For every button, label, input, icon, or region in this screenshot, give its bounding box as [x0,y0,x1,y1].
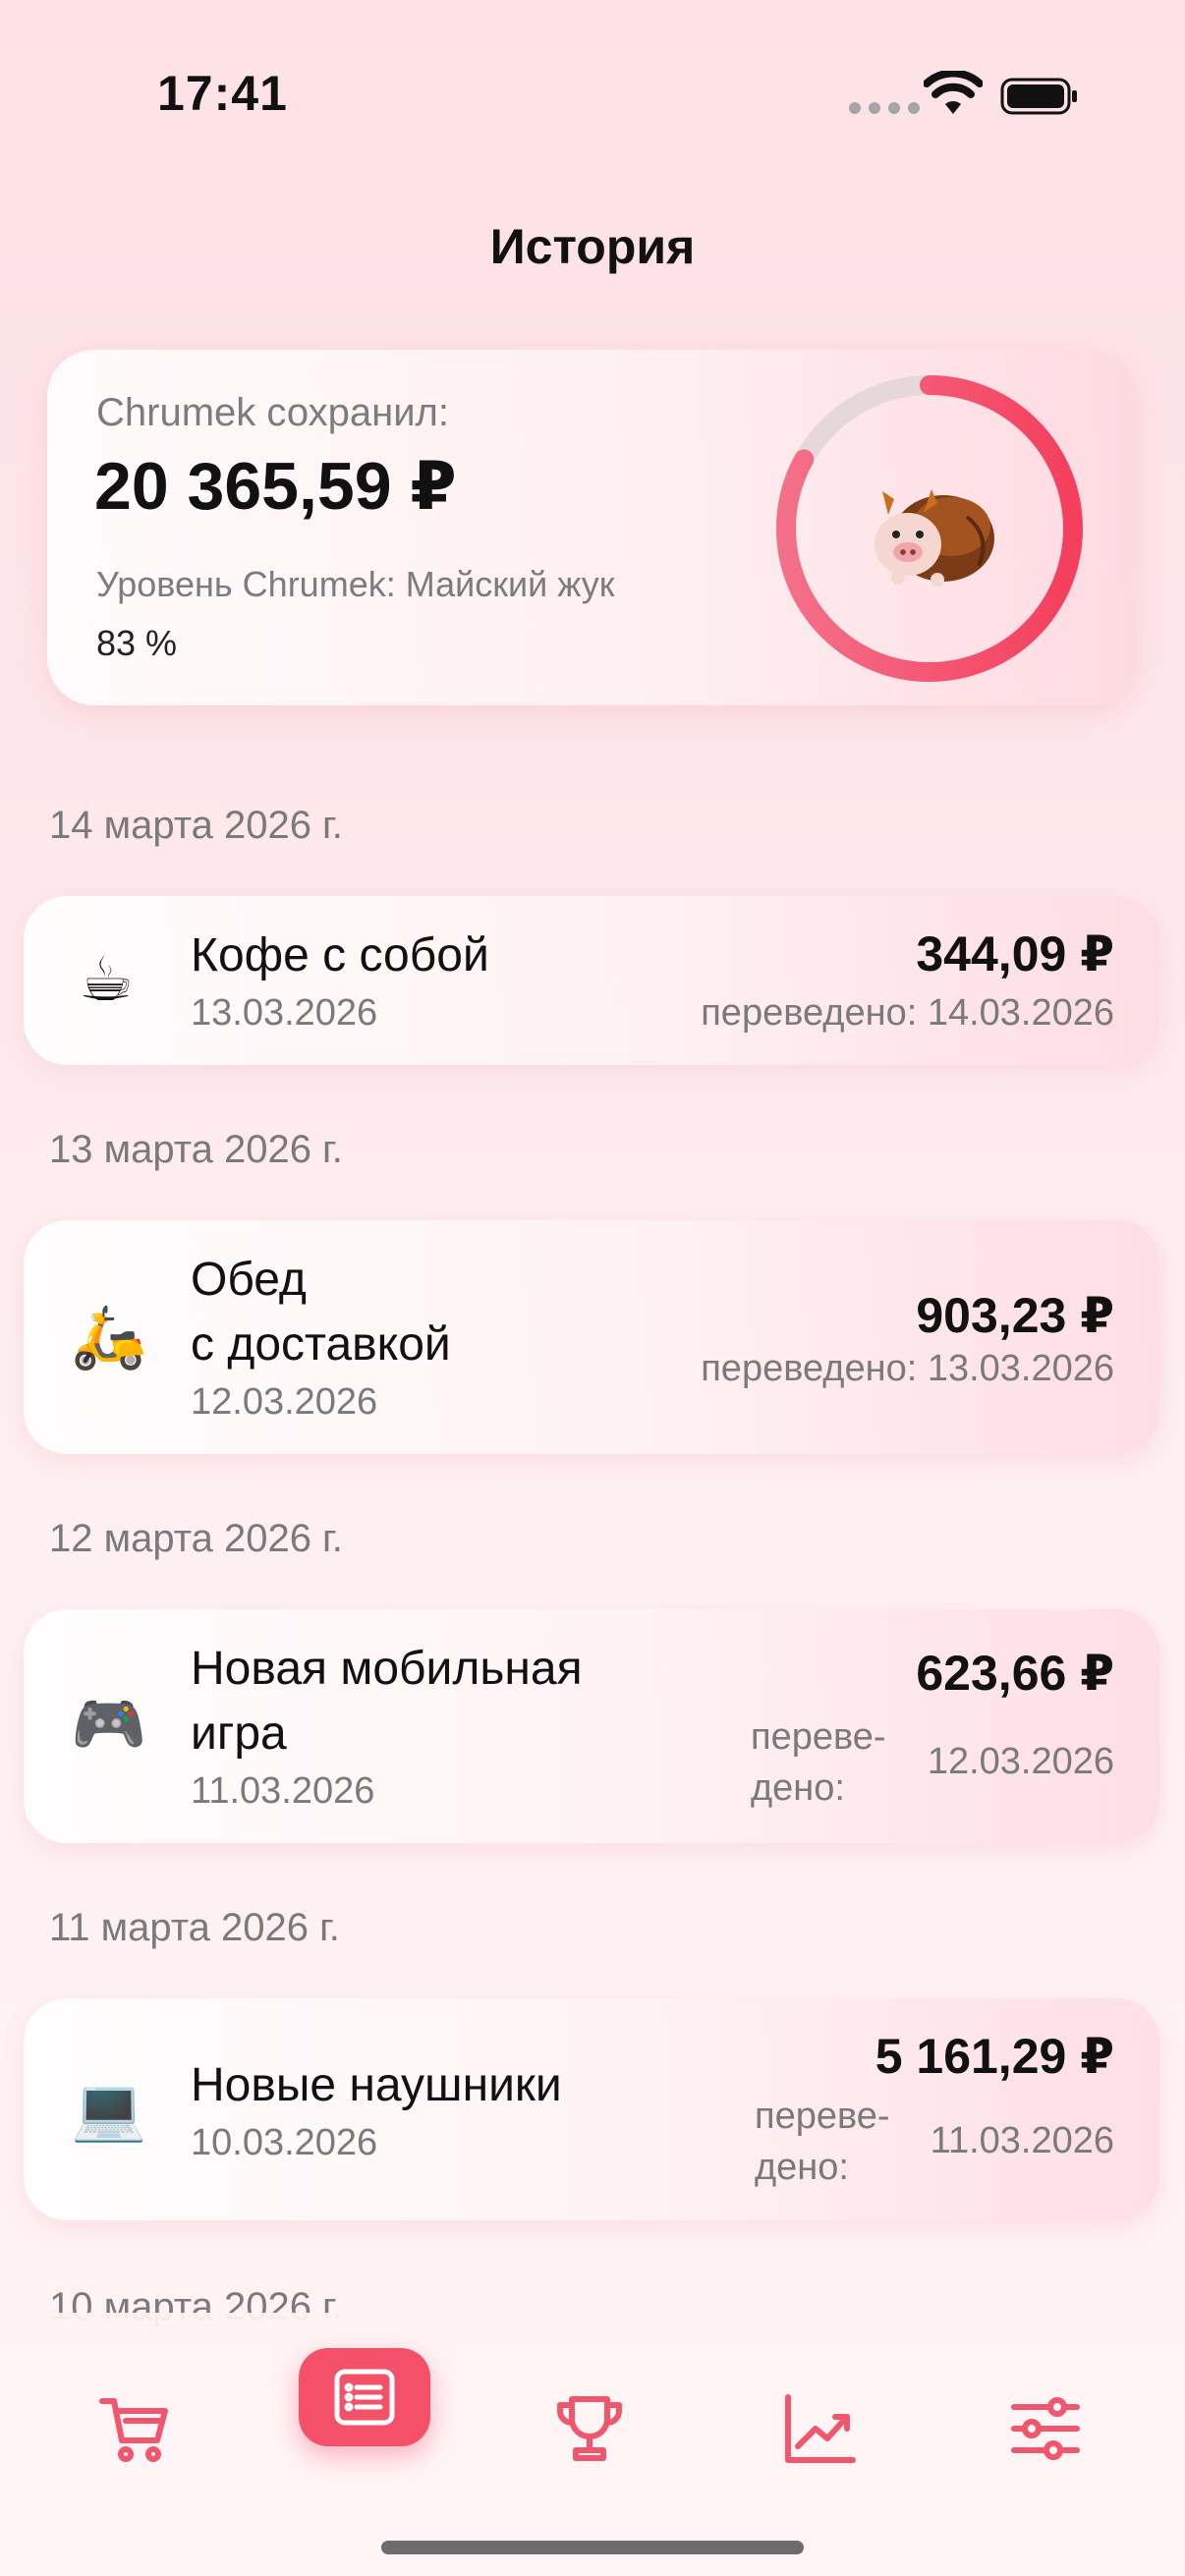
tab-history[interactable] [299,2348,430,2446]
transfer-label: переве- дено: [751,1716,886,1809]
chart-icon [785,2394,856,2463]
cart-icon [99,2398,168,2462]
laptop-icon: 💻 [71,2076,147,2144]
transaction-date: 11.03.2026 [191,1770,375,1812]
transaction-amount: 903,23 ₽ [916,1288,1114,1343]
tab-analytics[interactable] [761,2370,878,2488]
sliders-icon [1011,2397,1080,2460]
transaction-amount: 623,66 ₽ [916,1646,1114,1701]
status-bar: 17:41 [0,0,1185,177]
home-indicator [381,2541,804,2554]
level-label: Уровень Chrumek: Майский жук [96,564,615,604]
level-progress-ring [776,375,1083,682]
transaction-row[interactable]: 💻 Новые наушники 10.03.2026 5 161,29 ₽ п… [24,1998,1159,2220]
cellular-signal-icon [849,102,920,114]
wifi-icon [924,71,983,114]
section-date: 13 марта 2026 г. [49,1128,343,1171]
list-icon [334,2369,395,2426]
transfer-info: переведено: 13.03.2026 [701,1348,1114,1389]
transaction-date: 12.03.2026 [191,1381,378,1423]
gamepad-icon: 🎮 [71,1691,147,1759]
saved-amount: 20 365,59 ₽ [94,449,457,524]
transaction-name: Кофе с собой [191,929,489,981]
coffee-icon: ☕ [79,946,134,1014]
tab-achievements[interactable] [531,2370,649,2488]
transfer-date: 11.03.2026 [930,2120,1114,2161]
pig-beetle-mascot-icon [875,489,994,587]
transfer-info: переведено: 14.03.2026 [701,992,1114,1034]
transfer-date: 12.03.2026 [927,1741,1114,1782]
transaction-row[interactable]: 🎮 Новая мобильная игра 11.03.2026 623,66… [24,1609,1159,1843]
transaction-row[interactable]: 🛵 Обед с доставкой 12.03.2026 903,23 ₽ п… [24,1220,1159,1454]
scooter-icon: 🛵 [71,1304,147,1372]
page-title: История [489,219,696,274]
section-date: 11 марта 2026 г. [49,1906,340,1949]
level-percent: 83 % [96,623,178,663]
section-date: 14 марта 2026 г. [49,804,343,847]
saved-label: Chrumek сохранил: [96,391,450,434]
battery-icon [1000,78,1077,115]
tab-settings[interactable] [987,2370,1104,2488]
savings-summary-card[interactable]: Chrumek сохранил: 20 365,59 ₽ Уровень Ch… [47,350,1136,705]
transaction-name: Новая мобильная игра [191,1643,583,1760]
transaction-name: Обед с доставкой [191,1254,451,1371]
transaction-date: 13.03.2026 [191,992,378,1034]
transaction-amount: 344,09 ₽ [916,926,1114,981]
transaction-row[interactable]: ☕ Кофе с собой 13.03.2026 344,09 ₽ перев… [24,896,1159,1065]
status-time: 17:41 [157,66,288,121]
transaction-name: Новые наушники [191,2059,562,2111]
transaction-date: 10.03.2026 [191,2122,378,2163]
tab-cart[interactable] [77,2370,195,2488]
trophy-icon [557,2396,622,2461]
transfer-label: переве- дено: [755,2096,890,2188]
section-date: 12 марта 2026 г. [49,1517,343,1560]
tab-bar [0,2313,1185,2576]
transaction-amount: 5 161,29 ₽ [875,2029,1114,2084]
